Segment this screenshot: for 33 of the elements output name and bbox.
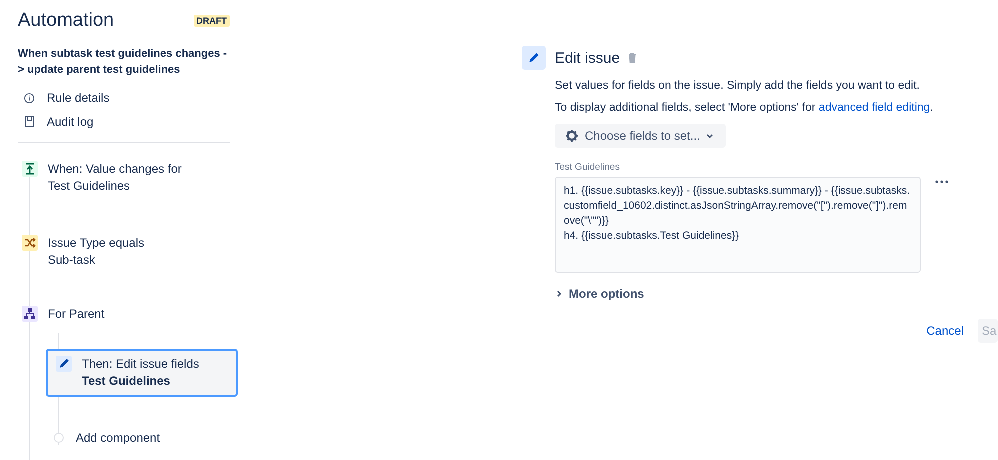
sidebar-link[interactable]: Audit log: [47, 115, 94, 129]
more-options-toggle[interactable]: More options: [555, 287, 644, 301]
hierarchy-icon: [22, 306, 38, 322]
page-title: Automation: [18, 10, 114, 32]
step-title[interactable]: For Parent: [48, 306, 105, 323]
document-icon: [24, 116, 35, 128]
gear-icon: [565, 129, 579, 143]
pencil-icon: [56, 356, 72, 372]
choose-fields-button[interactable]: Choose fields to set...: [555, 124, 726, 148]
step-subtitle: Test Guidelines: [82, 373, 172, 390]
shuffle-icon: [22, 235, 38, 251]
step-title: Then: Edit issue fields: [82, 356, 200, 373]
step-subtitle: Test Guidelines: [48, 178, 132, 195]
step-card[interactable]: Then: Edit issue fields Test Guidelines: [46, 349, 238, 397]
rule-name: When subtask test guidelines changes -> update parent test guidelines: [18, 47, 228, 78]
chevron-down-icon: [706, 132, 714, 140]
info-icon: [24, 92, 35, 104]
chevron-right-icon: [555, 290, 563, 298]
add-component-link[interactable]: Add component: [76, 431, 160, 445]
hint-text: To display additional fields, select 'More options' for advanced field editing.: [555, 102, 934, 114]
step-title[interactable]: When: Value changes for: [48, 161, 182, 178]
text-area[interactable]: h1. {{issue.subtasks.key}} - {{issue.subtasks.summary}} - {{issue.subtasks.customfield_10602.distinct.asJsonStringArray.remove("[").remove("]").remove("\"")}} h4. {{issue.subtasks.Test Guidelines}}: [555, 177, 921, 273]
field-label: Test Guidelines: [555, 162, 621, 173]
editor-title: Edit issue: [555, 50, 620, 66]
cancel-button[interactable]: Cancel: [920, 319, 970, 343]
status-badge: DRAFT: [194, 15, 230, 27]
description-text: Set values for fields on the issue. Simply add the fields you want to edit.: [555, 80, 922, 92]
pencil-icon: [522, 46, 546, 70]
step-subtitle: Sub-task: [48, 252, 96, 269]
sidebar-link[interactable]: Rule details: [47, 91, 110, 105]
step-title[interactable]: Issue Type equals: [48, 235, 145, 252]
trigger-icon: [22, 161, 38, 177]
advanced-editing-link[interactable]: advanced field editing: [818, 102, 930, 114]
